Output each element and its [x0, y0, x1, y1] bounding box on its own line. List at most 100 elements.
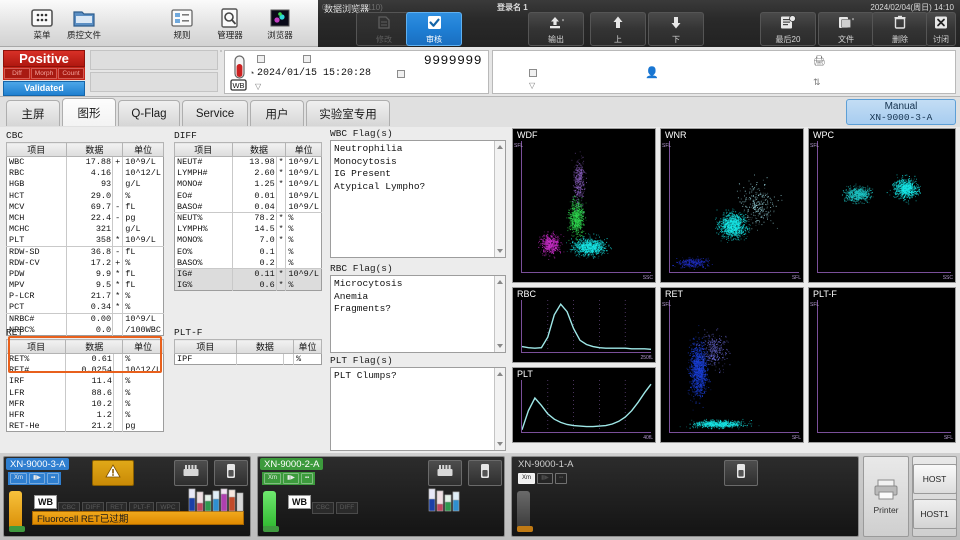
analyzer-panel-1[interactable]: XN-9000-1-A Xm ▮▶ ▪▪ [511, 456, 859, 537]
rbc-flags-scrollbar[interactable] [494, 276, 505, 352]
table-row[interactable]: MONO% 7.0 *% [175, 234, 322, 246]
next-button[interactable]: 下 [648, 12, 704, 46]
table-row[interactable]: RET# 0.0254 10^12/L [7, 364, 164, 376]
table-row[interactable]: EO% 0.1% [175, 246, 322, 258]
flag-item[interactable]: Microcytosis [334, 278, 502, 291]
host1-button[interactable]: HOST1 [912, 499, 957, 529]
toolbar-button-qc-file[interactable]: 质控文件 [50, 2, 118, 45]
rbc-flags-list[interactable]: Microcytosis Anemia Fragments? [330, 275, 506, 353]
close-button[interactable]: 讨闭 [926, 12, 956, 46]
analyzer-error-strip-3[interactable]: Fluorocell RET已过期 [32, 511, 244, 525]
edit-button[interactable]: 修改 [356, 12, 412, 46]
table-row[interactable]: WBC 17.88 +10^9/L [7, 156, 164, 168]
table-row[interactable]: MCHC 321 g/L [7, 223, 164, 235]
table-row[interactable]: PDW 9.9 * fL [7, 268, 164, 280]
table-row[interactable]: MCH 22.4- pg [7, 212, 164, 224]
flag-item[interactable]: PLT Clumps? [334, 370, 502, 383]
analyzer-warning-button-3[interactable] [92, 460, 134, 486]
table-row[interactable]: HGB 93 g/L [7, 178, 164, 191]
analyzer-tube-button-2[interactable] [468, 460, 502, 486]
previous-button[interactable]: 上 [590, 12, 646, 46]
scroll-up-icon[interactable] [497, 145, 503, 149]
plot-pltf[interactable]: PLT-F SFL SFL [808, 287, 956, 443]
delete-button[interactable]: 删除 [872, 12, 928, 46]
wbc-flags-list[interactable]: Neutrophilia Monocytosis IG Present Atypica… [330, 140, 506, 258]
plt-flags-scrollbar[interactable] [494, 368, 505, 450]
plot-rbc[interactable]: RBC 250fL [512, 287, 656, 363]
scroll-down-icon[interactable] [497, 344, 503, 348]
analyzer-rack-button-3[interactable] [174, 460, 208, 486]
analyzer-tube-button-3[interactable] [214, 460, 248, 486]
cell-unit: 10^9/L [122, 234, 164, 247]
analyzer-tube-button-1[interactable] [724, 460, 758, 486]
table-row[interactable]: PLT 358 * 10^9/L [6, 234, 164, 247]
plot-plt[interactable]: PLT 40fL [512, 367, 656, 443]
toolbar-button-browser[interactable]: 浏览器 [246, 2, 314, 45]
tab-lab-specific[interactable]: 实验室专用 [306, 100, 390, 126]
printer-panel[interactable]: Printer [863, 456, 909, 537]
tab-graphs[interactable]: 图形 [62, 98, 116, 126]
file-button[interactable]: 文件 [818, 12, 874, 46]
table-row[interactable]: EO# 0.01 10^9/L [175, 190, 322, 202]
scroll-up-icon[interactable] [497, 372, 503, 376]
table-row[interactable]: NEUT% 78.2 *% [175, 212, 322, 224]
table-row[interactable]: BASO# 0.04 10^9/L [174, 201, 322, 213]
table-row[interactable]: LYMPH% 14.5 *% [175, 223, 322, 235]
table-row[interactable]: RDW-SD 36.8- fL [7, 246, 164, 258]
flag-item[interactable]: IG Present [334, 168, 502, 181]
scroll-down-icon[interactable] [497, 249, 503, 253]
cell-item: HGB [9, 179, 25, 190]
table-row[interactable]: NEUT# 13.98 * 10^9/L [175, 156, 322, 168]
table-row[interactable]: RDW-CV 17.2 +% [7, 257, 164, 269]
table-row[interactable]: LFR 88.6% [7, 387, 164, 399]
table-row[interactable]: LYMPH# 2.60 * 10^9/L [175, 167, 322, 179]
scroll-up-icon[interactable] [497, 280, 503, 284]
scroll-down-icon[interactable] [497, 442, 503, 446]
table-row[interactable]: BASO% 0.2% [174, 257, 322, 269]
plot-wdf[interactable]: WDF SFL SSC [512, 128, 656, 283]
cell-value: 17.88 [65, 156, 113, 168]
table-row[interactable]: NRBC# 0.00 10^9/L [7, 313, 164, 325]
wbc-flags-scrollbar[interactable] [494, 141, 505, 257]
table-row[interactable]: MONO# 1.25 * 10^9/L [175, 178, 322, 191]
host-button[interactable]: HOST [912, 464, 957, 494]
cell-item: IG# [174, 268, 233, 280]
tab-service[interactable]: Service [182, 100, 248, 126]
analyzer-panel-2[interactable]: XN-9000-2-A Xm ▮▶ ▪▪ WB CBC DIFF [257, 456, 505, 537]
plot-wpc[interactable]: WPC SFL SSC [808, 128, 956, 283]
last20-button[interactable]: 最后20 [760, 12, 816, 46]
table-row[interactable]: IG% 0.6 *% [174, 279, 322, 291]
table-row[interactable]: RBC 4.16 10^12/L [7, 167, 164, 179]
analyzer-rack-button-2[interactable] [428, 460, 462, 486]
plot-wnr[interactable]: WNR SFL SFL [660, 128, 804, 283]
table-row[interactable]: PCT 0.34 *% [6, 301, 164, 314]
patient-card[interactable]: 👤 ▽ 🖨 ⇅ [492, 50, 956, 94]
table-row[interactable]: RET% 0.61% [7, 353, 164, 365]
table-row[interactable]: HFR 1.2% [7, 409, 164, 421]
tab-main-screen[interactable]: 主屏 [6, 100, 60, 126]
flag-item[interactable]: Fragments? [334, 303, 502, 316]
manual-mode-button[interactable]: Manual XN-9000-3-A [846, 99, 956, 125]
table-row[interactable]: IG# 0.11 * 10^9/L [174, 268, 322, 280]
table-row[interactable]: IPF% [175, 353, 322, 365]
table-row[interactable]: MFR 10.2% [7, 398, 164, 410]
plt-flags-list[interactable]: PLT Clumps? [330, 367, 506, 451]
flag-item[interactable]: Neutrophilia [334, 143, 502, 156]
flag-item[interactable]: Anemia [334, 291, 502, 304]
output-button[interactable]: 输出 [528, 12, 584, 46]
sample-card[interactable]: WB 9999999 ◔ 2024/01/15 15:20:28 ▽ [224, 50, 489, 94]
host-panel[interactable]: HOST HOST1 [912, 456, 957, 537]
validate-button[interactable]: 审核 [406, 12, 462, 46]
flag-item[interactable]: Monocytosis [334, 156, 502, 169]
flag-item[interactable]: Atypical Lympho? [334, 181, 502, 194]
tab-user[interactable]: 用户 [250, 100, 304, 126]
table-row[interactable]: MCV 69.7- fL [7, 201, 164, 213]
table-row[interactable]: P-LCR 21.7 *% [7, 290, 164, 302]
table-row[interactable]: IRF 11.4% [7, 375, 164, 388]
table-row[interactable]: MPV 9.5 * fL [7, 279, 164, 291]
analyzer-panel-3[interactable]: XN-9000-3-A Xm ▮▶ ▪▪ WB CBC DIFF RET PLT… [3, 456, 251, 537]
table-row[interactable]: RET-He 21.2 pg [7, 420, 164, 432]
tab-qflag[interactable]: Q-Flag [118, 100, 180, 126]
plot-ret[interactable]: RET SFL SFL [660, 287, 804, 443]
table-row[interactable]: HCT 29.0% [7, 190, 164, 202]
